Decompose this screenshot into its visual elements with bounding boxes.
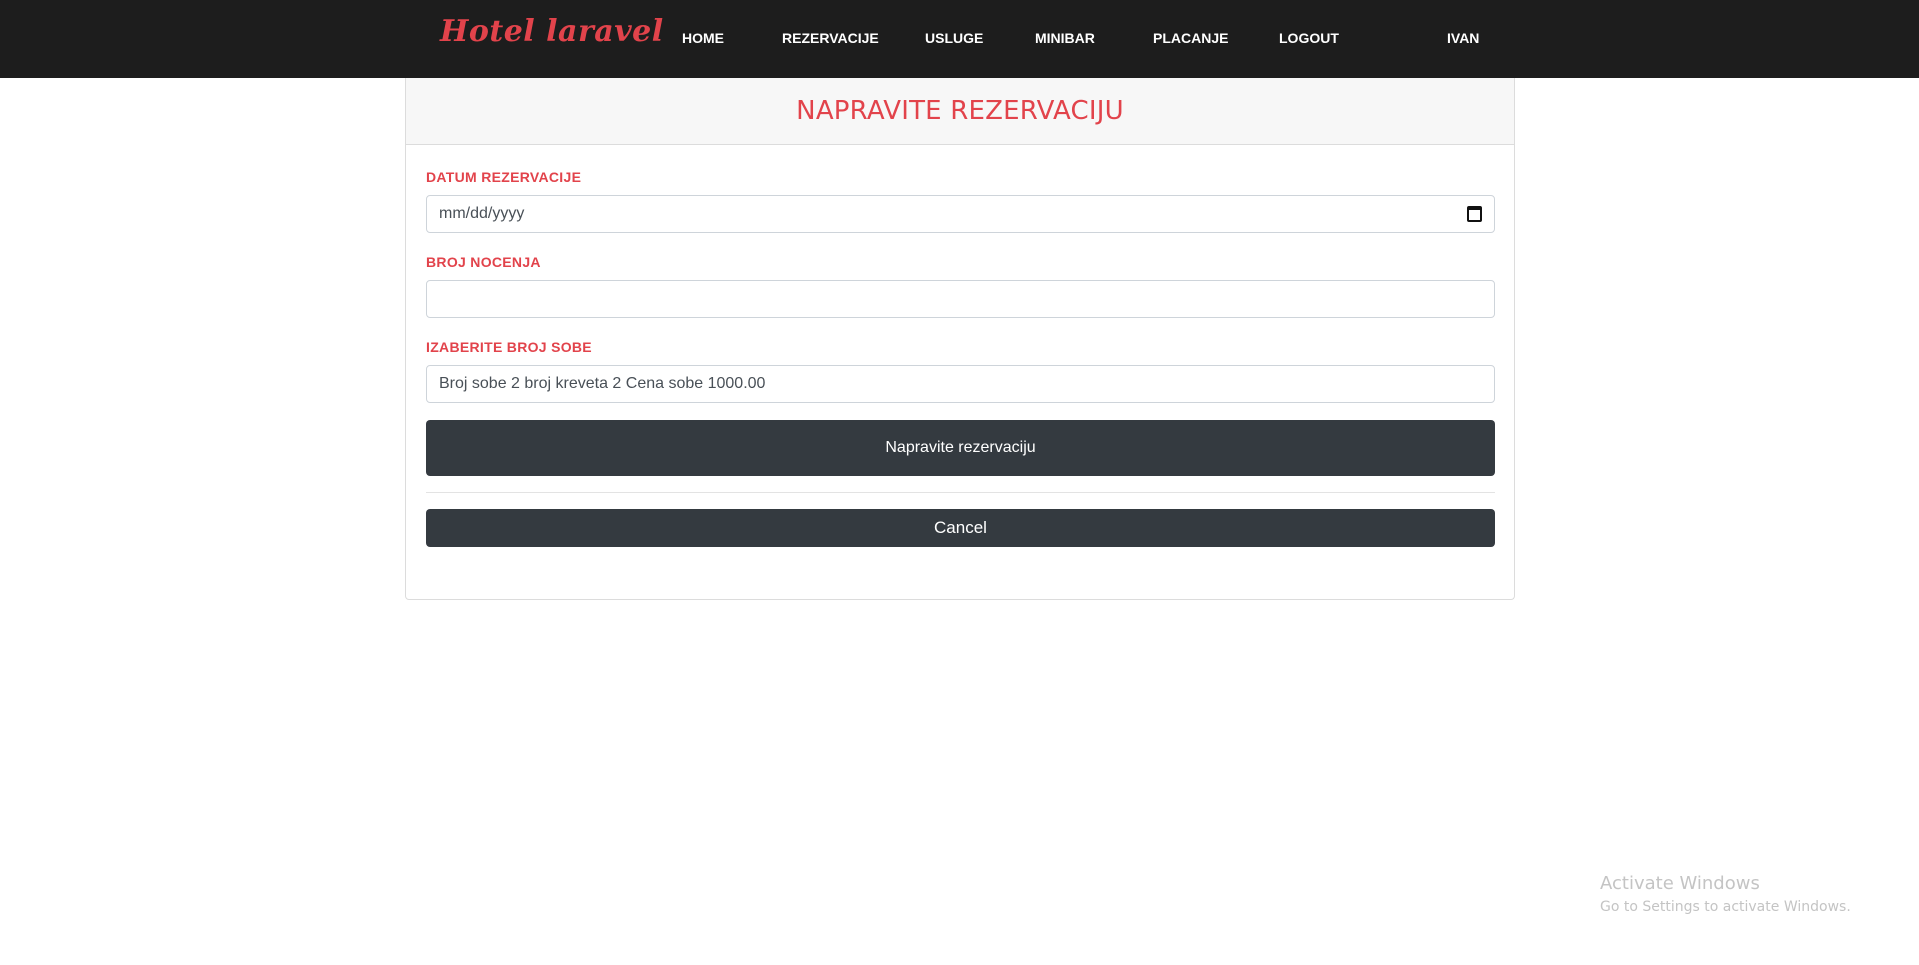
page-title: NAPRAVITE REZERVACIJU [796, 96, 1124, 126]
room-select-value: Broj sobe 2 broj kreveta 2 Cena sobe 100… [439, 375, 766, 392]
reservation-card: NAPRAVITE REZERVACIJU DATUM REZERVACIJE … [405, 78, 1515, 600]
room-label: IZABERITE BROJ SOBE [426, 339, 592, 355]
top-navbar: Hotel laravel HOME REZERVACIJE USLUGE MI… [0, 0, 1919, 78]
nav-link-rezervacije[interactable]: REZERVACIJE [782, 30, 879, 46]
room-select[interactable]: Broj sobe 2 broj kreveta 2 Cena sobe 100… [426, 365, 1495, 403]
activate-windows-subtitle: Go to Settings to activate Windows. [1600, 899, 1851, 915]
cancel-button[interactable]: Cancel [426, 509, 1495, 547]
nav-user-name[interactable]: IVAN [1447, 30, 1479, 46]
nav-link-home[interactable]: HOME [682, 30, 724, 46]
nav-link-usluge[interactable]: USLUGE [925, 30, 983, 46]
nights-input[interactable] [426, 280, 1495, 318]
activate-windows-title: Activate Windows [1600, 873, 1760, 894]
date-placeholder: mm/dd/yyyy [439, 205, 525, 222]
nav-link-minibar[interactable]: MINIBAR [1035, 30, 1095, 46]
card-header: NAPRAVITE REZERVACIJU [406, 78, 1514, 145]
brand-logo[interactable]: Hotel laravel [440, 14, 664, 49]
nav-link-placanje[interactable]: PLACANJE [1153, 30, 1228, 46]
submit-reservation-button[interactable]: Napravite rezervaciju [426, 420, 1495, 476]
nights-label: BROJ NOCENJA [426, 254, 541, 270]
nav-link-logout[interactable]: LOGOUT [1279, 30, 1339, 46]
form-divider [426, 492, 1495, 493]
date-label: DATUM REZERVACIJE [426, 169, 582, 185]
calendar-icon[interactable] [1467, 206, 1482, 222]
date-input[interactable]: mm/dd/yyyy [426, 195, 1495, 233]
